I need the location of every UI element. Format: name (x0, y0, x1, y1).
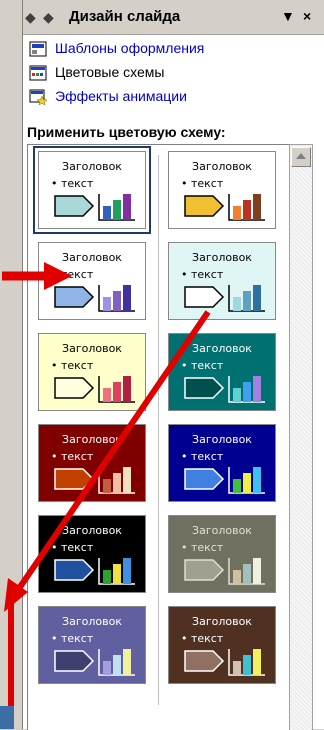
arrow-annotation-2 (4, 310, 211, 612)
annotation-arrows (2, 262, 211, 612)
arrow-annotation-1 (2, 262, 72, 290)
app-window: ◆ ◆ Дизайн слайда ▼ × Шаблоны оформления… (0, 0, 324, 730)
